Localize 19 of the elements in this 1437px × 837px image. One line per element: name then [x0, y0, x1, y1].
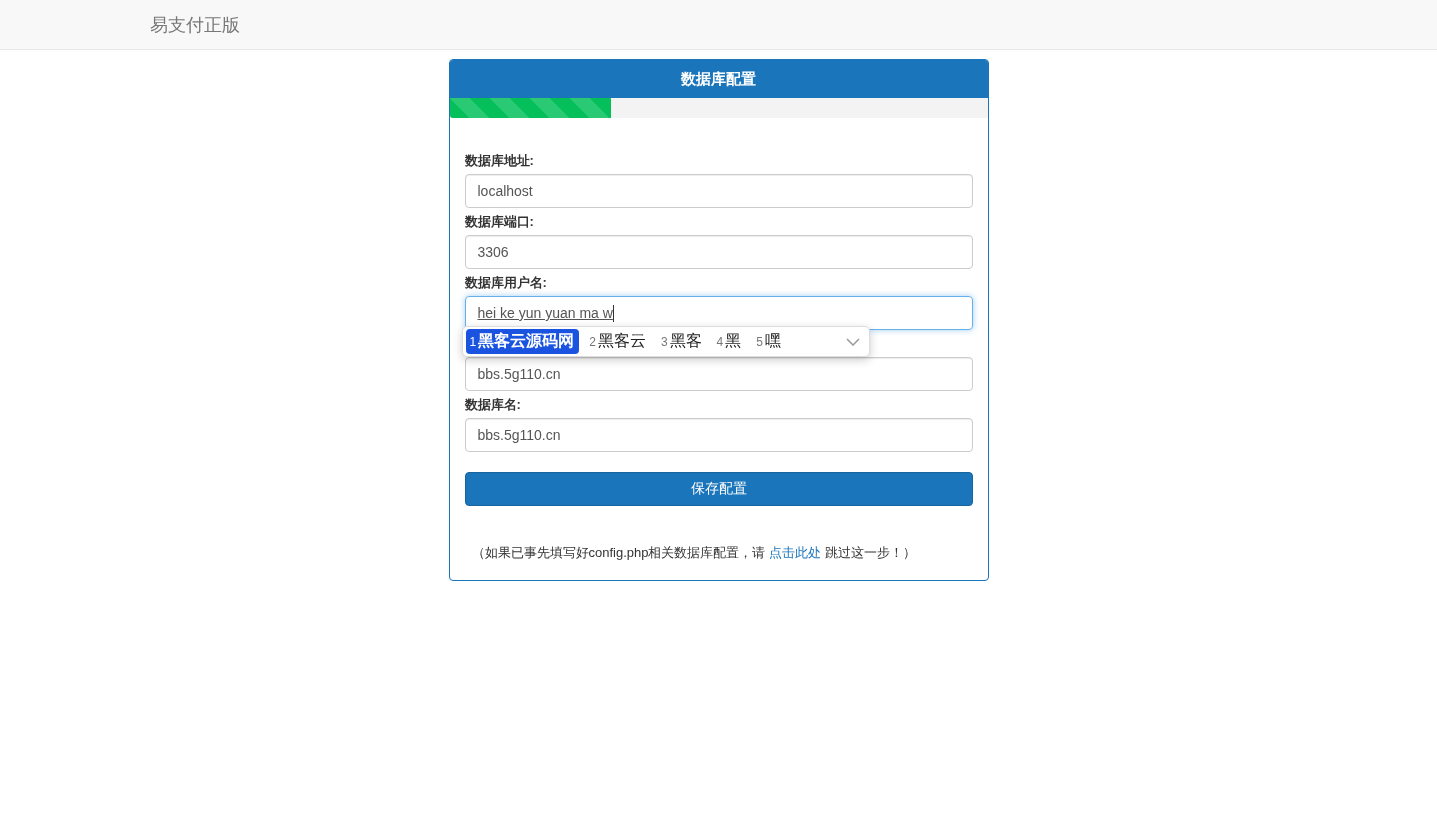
field-label: 数据库用户名:: [464, 275, 548, 291]
ime-candidate[interactable]: 4黑: [712, 329, 747, 354]
chevron-down-icon[interactable]: [845, 337, 860, 346]
ime-candidate[interactable]: 2黑客云: [585, 329, 651, 354]
input-field[interactable]: bbs.5g110.cn: [464, 357, 973, 391]
input-field[interactable]: 3306: [464, 235, 973, 269]
field-label: 数据库端口:: [464, 214, 535, 230]
field-label: 数据库名:: [464, 397, 522, 413]
brand-link[interactable]: 易支付正版: [150, 12, 240, 37]
skip-note: （如果已事先填写好config.php相关数据库配置，请 点击此处 跳过这一步！）: [470, 544, 917, 562]
panel-title: 数据库配置: [449, 60, 988, 98]
ime-candidate[interactable]: 5嘿: [752, 329, 786, 354]
input-field[interactable]: localhost: [464, 174, 973, 208]
input-field[interactable]: bbs.5g110.cn: [464, 418, 973, 452]
ime-candidate[interactable]: 1黑客云源码网: [465, 329, 580, 354]
field-label: 数据库地址:: [464, 153, 535, 169]
ime-candidate[interactable]: 3 黑客: [656, 329, 707, 354]
save-button[interactable]: 保存配置: [464, 472, 973, 506]
skip-link[interactable]: 点击此处: [769, 545, 822, 560]
